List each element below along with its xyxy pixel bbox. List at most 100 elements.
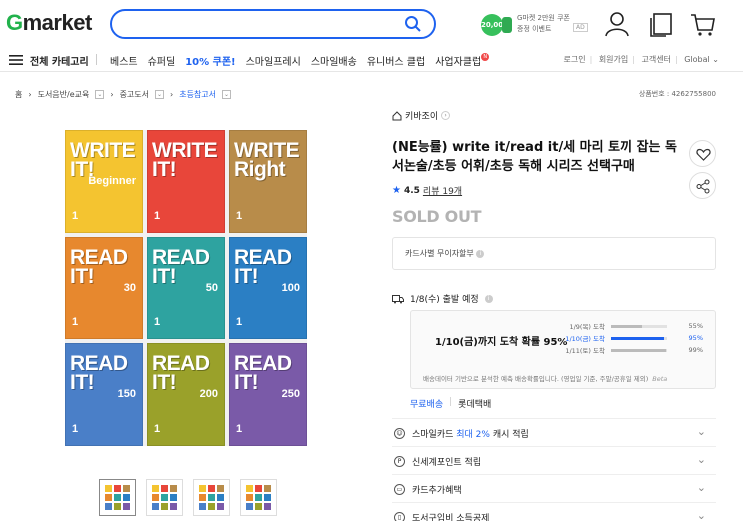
thumbnail-swatch	[123, 485, 130, 492]
coupon-promo-banner[interactable]: 20,000 G마켓 2만원 쿠폰 증정 이벤트 AD	[481, 12, 588, 36]
nav-links: 베스트 슈퍼딜 10% 쿠폰! 스마일프레시 스마일배송 유니버스 클럽 사업자…	[110, 53, 490, 68]
product-main-image[interactable]: WRITE IT! Beginner 1 WRITE IT! 1 WRITE Right 1…	[65, 130, 307, 446]
nav-smile-fresh[interactable]: 스마일프레시	[246, 53, 301, 68]
login-link[interactable]: 로그인	[563, 55, 585, 64]
point-icon: P	[394, 456, 405, 467]
star-icon: ★	[392, 185, 401, 196]
shipping-method: 무료배송 | 롯데택배	[410, 397, 492, 410]
seller-link[interactable]: 키바조이 ›	[392, 109, 451, 122]
benefit-row[interactable]: P 신세계포인트 적립 ⌄	[392, 446, 716, 474]
product-number: 상품번호 : 4262755800	[638, 90, 716, 98]
nav-superdeal[interactable]: 슈퍼딜	[148, 53, 176, 68]
thumbnail-swatch	[199, 503, 206, 510]
arrival-note: 배송데이터 기반으로 분석한 예측 배송확률입니다. (영업일 기준, 주말/공…	[423, 375, 668, 383]
book-cover: WRITE IT! 1	[147, 130, 225, 233]
all-categories-button[interactable]: 전체 카테고리	[30, 53, 89, 68]
thumbnail-swatch	[255, 485, 262, 492]
book-cover: READ IT! 30 1	[65, 236, 143, 340]
util-links: 로그인 | 회원가입 | 고객센터 | Global ⌄	[563, 55, 719, 64]
breadcrumb-item[interactable]: 중고도서	[120, 89, 149, 100]
product-thumbnail[interactable]	[146, 479, 183, 516]
arrival-probability-box: 1/10(금)까지 도착 확률 95% 1/9(목) 도착 55% 1/10(금) …	[410, 310, 716, 389]
book-cover: WRITE Right 1	[229, 130, 307, 233]
thumbnail-swatch	[199, 485, 206, 492]
thumbnail-swatch	[170, 494, 177, 501]
info-icon[interactable]: i	[476, 249, 485, 258]
benefit-row[interactable]: ☺ 스마일카드 최대 2% 캐시 적립 ⌄	[392, 418, 716, 446]
arrival-row: 1/10(금) 도착 95%	[565, 332, 705, 344]
share-button[interactable]	[689, 172, 716, 199]
global-link[interactable]: Global	[684, 55, 710, 64]
customer-center-link[interactable]: 고객센터	[642, 55, 671, 64]
book-title: READ IT!	[234, 352, 292, 395]
arrival-headline: 1/10(금)까지 도착 확률 95%	[435, 337, 568, 348]
thumbnail-swatch	[246, 503, 253, 510]
card-icon: ▭	[394, 484, 405, 495]
thumbnail-swatch	[170, 485, 177, 492]
cart-icon[interactable]	[690, 11, 716, 37]
probability-bar	[611, 324, 667, 328]
breadcrumb-item[interactable]: 도서음반/e교육	[38, 89, 90, 100]
carrier-label: 롯데택배	[458, 400, 492, 410]
nav-coupon[interactable]: 10% 쿠폰!	[185, 53, 235, 68]
arrival-percent: 55%	[688, 322, 703, 330]
chevron-down-icon[interactable]: ⌄	[222, 90, 232, 99]
thumbnail-swatch	[161, 494, 168, 501]
book-cover: READ IT! 100 1	[229, 236, 307, 340]
book-level: Beginner	[88, 175, 136, 187]
book-level: 250	[281, 388, 300, 401]
gmarket-logo[interactable]: Gmarket	[6, 10, 92, 36]
sold-out-status: SOLD OUT	[392, 207, 482, 226]
product-thumbnail[interactable]	[193, 479, 230, 516]
info-icon[interactable]: i	[484, 294, 493, 303]
breadcrumb-current[interactable]: 초등참고서	[179, 89, 216, 100]
product-thumbnail[interactable]	[99, 479, 136, 516]
book-cover: READ IT! 50 1	[147, 236, 225, 340]
chevron-down-icon[interactable]: ⌄	[95, 90, 105, 99]
book-title: READ IT!	[152, 245, 210, 288]
book-title: READ IT!	[234, 245, 292, 288]
thumbnail-swatch	[264, 503, 271, 510]
installment-info[interactable]: 카드사별 무이자할부 i	[392, 237, 716, 270]
book-volume: 1	[154, 316, 161, 329]
search-icon[interactable]	[404, 15, 422, 33]
thumbnail-swatch	[199, 494, 206, 501]
thumbnail-swatch	[264, 494, 271, 501]
book-volume: 1	[236, 422, 243, 435]
thumbnail-swatch	[208, 503, 215, 510]
smile-card-icon: ☺	[394, 428, 405, 439]
book-title: READ IT!	[70, 352, 128, 395]
review-link[interactable]: 리뷰 19개	[423, 184, 462, 197]
truck-icon	[392, 294, 404, 303]
product-thumbnail[interactable]	[240, 479, 277, 516]
user-icon[interactable]	[604, 11, 630, 37]
nav-universe-club[interactable]: 유니버스 클럽	[367, 53, 425, 68]
nav-business-club[interactable]: 사업자클럽 N	[435, 53, 490, 68]
heart-icon	[696, 148, 711, 161]
benefit-row[interactable]: ▭ 카드추가혜택 ⌄	[392, 474, 716, 502]
chevron-down-icon: ⌄	[696, 425, 706, 438]
thumbnail-swatch	[217, 494, 224, 501]
benefit-row[interactable]: ▯ 도서구입비 소득공제 ⌄	[392, 502, 716, 521]
signup-link[interactable]: 회원가입	[599, 55, 628, 64]
thumbnail-swatch	[105, 485, 112, 492]
wishlist-button[interactable]	[689, 140, 716, 167]
nav-best[interactable]: 베스트	[110, 53, 138, 68]
breadcrumb-home[interactable]: 홈	[15, 89, 22, 100]
thumbnail-swatch	[208, 485, 215, 492]
probability-bar-fill	[611, 348, 667, 352]
thumbnail-swatch	[264, 485, 271, 492]
book-level: 150	[117, 388, 136, 401]
nav-smile-delivery[interactable]: 스마일배송	[311, 53, 357, 68]
chevron-down-icon[interactable]: ⌄	[155, 90, 165, 99]
arrival-percent: 99%	[688, 346, 703, 354]
new-badge: N	[481, 53, 490, 61]
global-nav: 전체 카테고리 베스트 슈퍼딜 10% 쿠폰! 스마일프레시 스마일배송 유니버…	[0, 48, 743, 72]
book-level: 30	[123, 281, 136, 294]
book-volume: 1	[72, 316, 79, 329]
recent-items-icon[interactable]	[649, 11, 675, 37]
free-shipping-label: 무료배송	[410, 400, 444, 410]
thumbnail-swatch	[246, 494, 253, 501]
search-input[interactable]	[110, 9, 436, 39]
menu-icon[interactable]	[9, 54, 23, 66]
